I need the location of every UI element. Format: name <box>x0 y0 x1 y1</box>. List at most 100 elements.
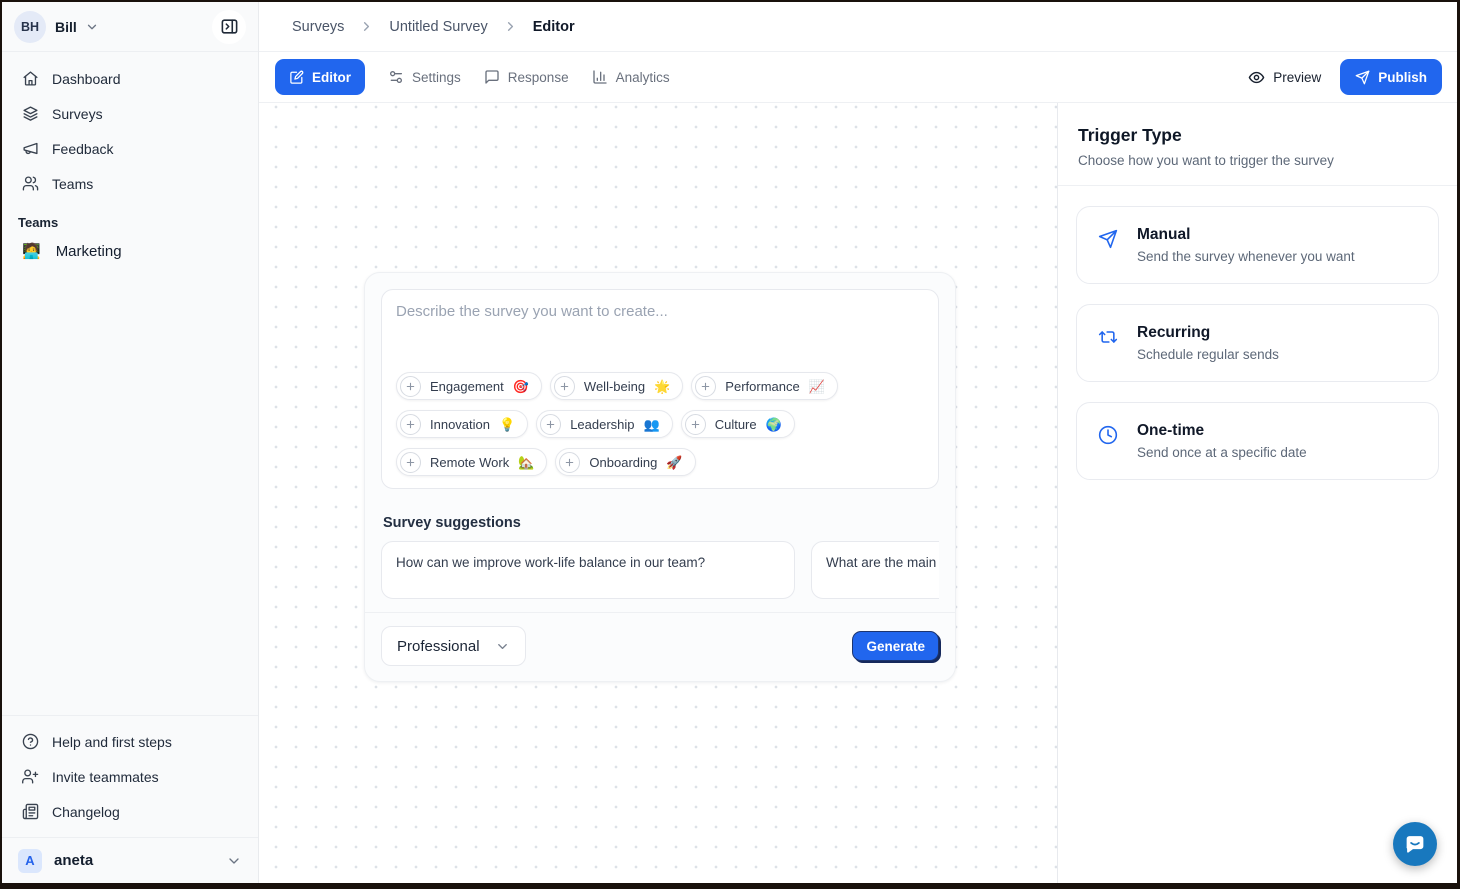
suggestions-row: How can we improve work-life balance in … <box>381 541 939 599</box>
workspace-header: BH Bill <box>2 2 258 52</box>
trigger-option-one-time[interactable]: One-time Send once at a specific date <box>1076 402 1439 480</box>
topic-chip-onboarding[interactable]: Onboarding 🚀 <box>555 448 695 476</box>
sidebar-item-label: Feedback <box>52 141 113 157</box>
repeat-icon <box>1098 327 1118 347</box>
trigger-option-text: Recurring Schedule regular sends <box>1137 324 1279 362</box>
tab-editor[interactable]: Editor <box>275 59 365 95</box>
technologist-emoji-icon: 🧑‍💻 <box>22 244 41 259</box>
chat-bubble-smile-icon <box>1402 831 1428 857</box>
plus-icon <box>400 376 421 397</box>
plus-icon <box>685 414 706 435</box>
sidebar-item-feedback[interactable]: Feedback <box>18 136 242 161</box>
sidebar-item-label: Dashboard <box>52 71 121 87</box>
option-desc: Schedule regular sends <box>1137 347 1279 362</box>
plus-icon <box>400 414 421 435</box>
trigger-option-text: One-time Send once at a specific date <box>1137 422 1307 460</box>
chip-label: Performance <box>725 379 799 394</box>
workspace-name[interactable]: Bill <box>55 19 77 35</box>
topic-chip-remote-work[interactable]: Remote Work 🏡 <box>396 448 547 476</box>
chip-label: Well-being <box>584 379 645 394</box>
clock-icon <box>1098 425 1118 445</box>
topic-chip-leadership[interactable]: Leadership 👥 <box>536 410 673 438</box>
sidebar-item-surveys[interactable]: Surveys <box>18 101 242 126</box>
chart-column-icon <box>592 69 608 85</box>
help-circle-icon <box>22 733 39 750</box>
app-window: BH Bill Dashboard Surv <box>2 2 1457 883</box>
sidebar-collapse-button[interactable] <box>212 10 246 44</box>
publish-button[interactable]: Publish <box>1340 59 1442 95</box>
option-title: Recurring <box>1137 324 1279 342</box>
survey-composer-card: Engagement 🎯 Well-being 🌟 <box>364 272 956 682</box>
trigger-option-recurring[interactable]: Recurring Schedule regular sends <box>1076 304 1439 382</box>
workspace-avatar[interactable]: BH <box>14 11 46 43</box>
tab-response[interactable]: Response <box>484 69 569 85</box>
rocket-emoji-icon: 🚀 <box>666 456 682 469</box>
sidebar-item-label: Teams <box>52 176 93 192</box>
suggestion-card[interactable]: How can we improve work-life balance in … <box>381 541 795 599</box>
generate-button[interactable]: Generate <box>852 631 939 661</box>
sidebar-item-label: Changelog <box>52 804 120 820</box>
users-icon <box>22 175 39 192</box>
light-bulb-emoji-icon: 💡 <box>499 418 515 431</box>
busts-emoji-icon: 👥 <box>644 418 660 431</box>
option-desc: Send the survey whenever you want <box>1137 249 1355 264</box>
survey-description-box: Engagement 🎯 Well-being 🌟 <box>381 289 939 489</box>
topic-chip-performance[interactable]: Performance 📈 <box>691 372 838 400</box>
tab-settings[interactable]: Settings <box>388 69 461 85</box>
eye-icon <box>1248 69 1265 86</box>
plus-icon <box>554 376 575 397</box>
tone-value: Professional <box>397 638 480 655</box>
panel-title: Trigger Type <box>1078 125 1437 146</box>
composer-footer: Professional Generate <box>365 612 955 681</box>
panel-subtitle: Choose how you want to trigger the surve… <box>1078 153 1437 168</box>
sidebar-item-label: Invite teammates <box>52 769 159 785</box>
tab-analytics[interactable]: Analytics <box>592 69 670 85</box>
trigger-option-manual[interactable]: Manual Send the survey whenever you want <box>1076 206 1439 284</box>
sidebar-item-help[interactable]: Help and first steps <box>18 729 242 754</box>
trigger-options: Manual Send the survey whenever you want… <box>1058 186 1457 520</box>
message-square-icon <box>484 69 500 85</box>
sidebar-item-changelog[interactable]: Changelog <box>18 799 242 824</box>
user-plus-icon <box>22 768 39 785</box>
toolbar-actions: Preview Publish <box>1248 59 1442 95</box>
breadcrumb-surveys[interactable]: Surveys <box>292 19 344 35</box>
breadcrumb-untitled-survey[interactable]: Untitled Survey <box>389 19 487 35</box>
user-menu[interactable]: A aneta <box>2 837 258 883</box>
chat-launcher-button[interactable] <box>1393 822 1437 866</box>
editor-toolbar: Editor Settings Response Analytics <box>259 52 1457 103</box>
survey-description-input[interactable] <box>396 303 924 372</box>
breadcrumb: Surveys Untitled Survey Editor <box>259 2 1457 52</box>
sidebar-item-dashboard[interactable]: Dashboard <box>18 66 242 91</box>
sidebar-item-teams[interactable]: Teams <box>18 171 242 196</box>
topic-chips: Engagement 🎯 Well-being 🌟 <box>396 372 924 476</box>
user-name: aneta <box>54 852 93 869</box>
sidebar-spacer <box>2 263 258 715</box>
chip-label: Culture <box>715 417 757 432</box>
sidebar-footer: Help and first steps Invite teammates Ch… <box>2 715 258 837</box>
topic-chip-engagement[interactable]: Engagement 🎯 <box>396 372 542 400</box>
option-desc: Send once at a specific date <box>1137 445 1307 460</box>
topic-chip-well-being[interactable]: Well-being 🌟 <box>550 372 683 400</box>
plus-icon <box>540 414 561 435</box>
sliders-icon <box>388 69 404 85</box>
house-emoji-icon: 🏡 <box>518 456 534 469</box>
chevron-down-icon <box>226 853 242 869</box>
publish-label: Publish <box>1378 70 1427 85</box>
suggestion-card[interactable]: What are the main ob <box>811 541 939 599</box>
tone-select[interactable]: Professional <box>381 626 526 666</box>
chip-label: Leadership <box>570 417 634 432</box>
topic-chip-innovation[interactable]: Innovation 💡 <box>396 410 528 438</box>
editor-canvas[interactable]: Engagement 🎯 Well-being 🌟 <box>259 103 1057 883</box>
sidebar-item-team-marketing[interactable]: 🧑‍💻 Marketing <box>2 240 258 263</box>
tab-label: Settings <box>412 70 461 85</box>
chevron-down-icon <box>495 639 510 654</box>
chip-label: Innovation <box>430 417 490 432</box>
sidebar-item-label: Help and first steps <box>52 734 172 750</box>
preview-button[interactable]: Preview <box>1248 69 1321 86</box>
trigger-type-panel: Trigger Type Choose how you want to trig… <box>1057 103 1457 883</box>
sidebar-item-invite[interactable]: Invite teammates <box>18 764 242 789</box>
topic-chip-culture[interactable]: Culture 🌍 <box>681 410 795 438</box>
chevron-down-icon[interactable] <box>85 20 99 34</box>
panel-collapse-icon <box>220 17 239 36</box>
star-emoji-icon: 🌟 <box>654 380 670 393</box>
